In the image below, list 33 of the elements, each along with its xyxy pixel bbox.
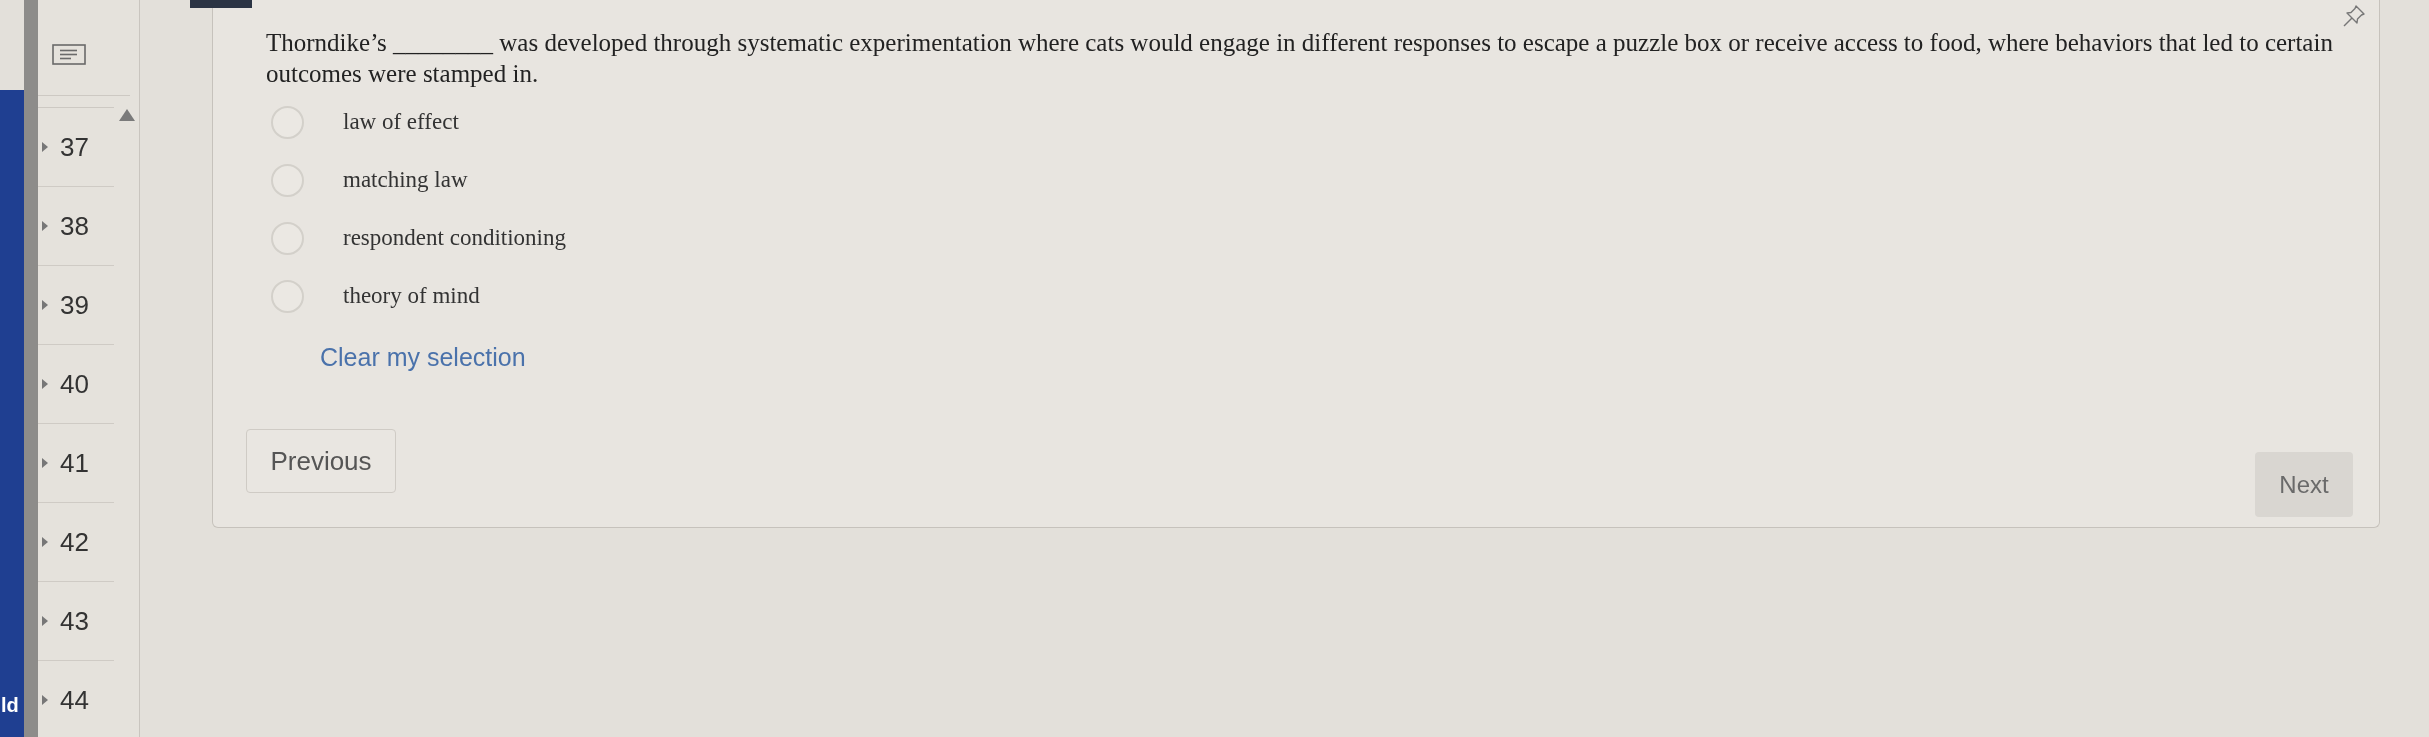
up-arrow-icon[interactable] xyxy=(118,109,135,121)
radio-button[interactable] xyxy=(271,279,304,313)
question-number-item[interactable]: 38 xyxy=(38,187,114,266)
caret-icon xyxy=(42,537,48,547)
pin-icon[interactable] xyxy=(2343,5,2365,27)
caret-icon xyxy=(42,458,48,468)
question-number-item[interactable]: 37 xyxy=(38,108,114,187)
option-label[interactable]: theory of mind xyxy=(343,282,480,310)
caret-icon xyxy=(42,221,48,231)
previous-button[interactable]: Previous xyxy=(246,429,396,493)
caret-icon xyxy=(42,142,48,152)
caret-icon xyxy=(42,616,48,626)
question-number-item[interactable]: 39 xyxy=(38,266,114,345)
option-label[interactable]: matching law xyxy=(343,166,468,194)
question-number-item[interactable]: 40 xyxy=(38,345,114,424)
question-number-item[interactable]: 44 xyxy=(38,661,114,737)
caret-icon xyxy=(42,695,48,705)
question-text: Thorndike’s ________ was developed through systematic experimentation where cats would engage in different responses to escape a puzzle box or receive access to food, where behaviors that led to certain outcomes were stamped in. xyxy=(266,28,2334,89)
radio-button[interactable] xyxy=(271,163,304,197)
radio-button[interactable] xyxy=(271,105,304,139)
caret-icon xyxy=(42,300,48,310)
clear-selection-link[interactable]: Clear my selection xyxy=(320,342,526,373)
caret-icon xyxy=(42,379,48,389)
notes-icon[interactable] xyxy=(52,44,86,65)
next-button[interactable]: Next xyxy=(2255,452,2353,517)
app-label: ld xyxy=(0,693,19,718)
question-number-item[interactable]: 42 xyxy=(38,503,114,582)
question-number-item[interactable]: 43 xyxy=(38,582,114,661)
radio-button[interactable] xyxy=(271,221,304,255)
option-label[interactable]: law of effect xyxy=(343,108,459,136)
option-label[interactable]: respondent conditioning xyxy=(343,224,566,252)
question-number-item[interactable]: 41 xyxy=(38,424,114,503)
header-bar xyxy=(190,0,252,8)
